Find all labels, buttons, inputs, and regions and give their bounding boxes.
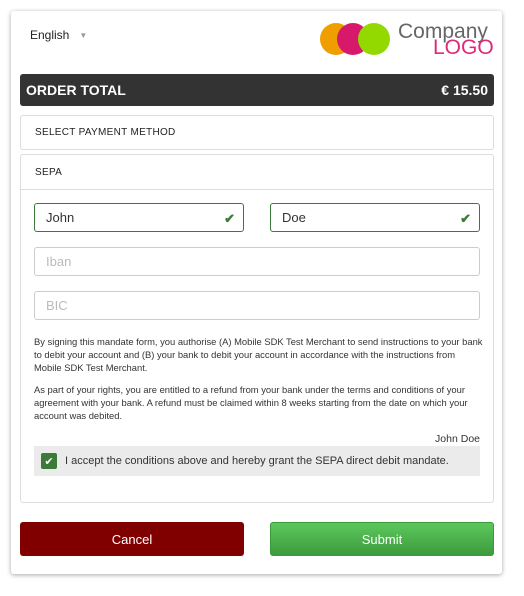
last-name-value: Doe — [282, 210, 306, 225]
select-payment-method-label: SELECT PAYMENT METHOD — [35, 127, 176, 138]
logo-text-logo: LOGO — [433, 36, 494, 59]
bic-placeholder: BIC — [46, 298, 68, 313]
accept-label: I accept the conditions above and hereby… — [65, 455, 449, 467]
first-name-input[interactable]: John ✔ — [34, 203, 244, 232]
accept-checkbox[interactable]: ✔ — [41, 453, 57, 469]
order-total-amount: € 15.50 — [441, 82, 488, 98]
chevron-down-icon: ▼ — [79, 31, 88, 41]
first-name-value: John — [46, 210, 75, 225]
select-payment-method-panel[interactable]: SELECT PAYMENT METHOD — [20, 115, 494, 150]
sepa-header: SEPA — [21, 155, 493, 190]
order-total-bar: ORDER TOTAL € 15.50 — [20, 74, 494, 106]
logo-circle-green — [358, 23, 390, 55]
last-name-input[interactable]: Doe ✔ — [270, 203, 480, 232]
sepa-title: SEPA — [35, 166, 63, 178]
cancel-button[interactable]: Cancel — [20, 522, 244, 556]
accept-mandate-row[interactable]: ✔ I accept the conditions above and here… — [34, 446, 480, 476]
mandate-text-1: By signing this mandate form, you author… — [34, 336, 483, 373]
order-total-label: ORDER TOTAL — [26, 82, 126, 98]
check-icon: ✔ — [460, 211, 471, 226]
iban-placeholder: Iban — [46, 254, 72, 269]
check-icon: ✔ — [224, 211, 235, 226]
language-value: English — [30, 28, 70, 42]
signature-name: John Doe — [435, 433, 480, 445]
language-select[interactable]: English ▼ — [30, 28, 87, 42]
iban-input[interactable]: Iban — [34, 247, 480, 276]
company-logo: Company LOGO — [320, 20, 495, 62]
mandate-text-2: As part of your rights, you are entitled… — [34, 384, 468, 421]
submit-button[interactable]: Submit — [270, 522, 494, 556]
bic-input[interactable]: BIC — [34, 291, 480, 320]
